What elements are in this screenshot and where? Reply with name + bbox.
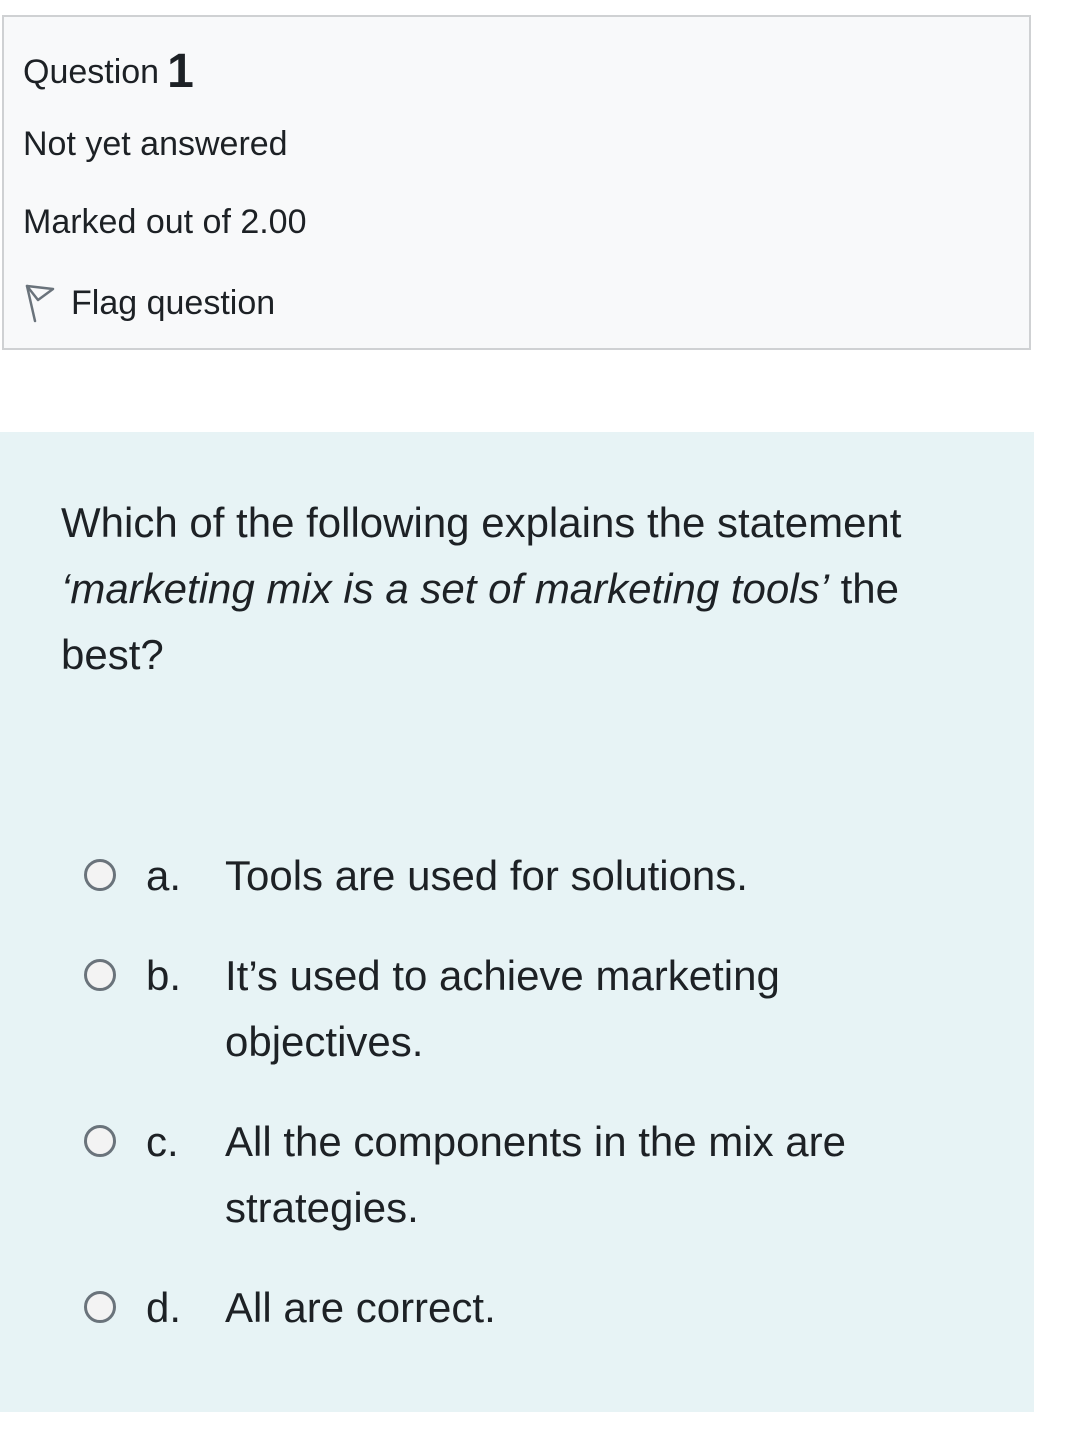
- answer-letter-a: a.: [146, 852, 182, 899]
- answer-text-c[interactable]: All the components in the mix are strate…: [225, 1109, 945, 1241]
- question-text: Which of the following explains the stat…: [61, 490, 1001, 688]
- question-grade: Marked out of 2.00: [23, 203, 307, 241]
- question-number: 1: [167, 45, 194, 98]
- answer-text-b[interactable]: It’s used to achieve marketing objective…: [225, 943, 945, 1075]
- answer-letter-b: b.: [146, 952, 182, 999]
- answer-radio-a[interactable]: [84, 859, 116, 891]
- answer-radio-c[interactable]: [84, 1125, 116, 1157]
- question-label: Question: [23, 53, 160, 91]
- question-state: Not yet answered: [23, 125, 288, 163]
- answer-text-d[interactable]: All are correct.: [225, 1275, 945, 1341]
- question-heading: Question 1: [23, 40, 194, 98]
- question-text-emphasis: ‘marketing mix is a set of marketing too…: [61, 565, 829, 612]
- answer-radio-b[interactable]: [84, 959, 116, 991]
- flag-question-label[interactable]: Flag question: [71, 284, 275, 323]
- flag-outline-icon[interactable]: [23, 283, 57, 323]
- question-text-prefix: Which of the following explains the stat…: [61, 499, 902, 546]
- answer-letter-d: d.: [146, 1284, 182, 1331]
- answer-text-a[interactable]: Tools are used for solutions.: [225, 843, 945, 909]
- flag-question-link[interactable]: Flag question: [23, 281, 275, 325]
- answer-letter-c: c.: [146, 1118, 179, 1165]
- answer-radio-d[interactable]: [84, 1291, 116, 1323]
